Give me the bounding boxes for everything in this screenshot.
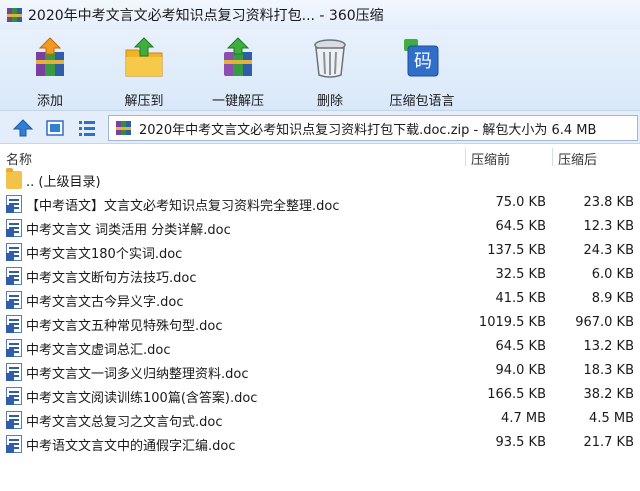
trash-can-icon xyxy=(314,39,346,78)
folder-icon xyxy=(6,168,22,189)
file-row[interactable]: 中考文言文阅读训练100篇(含答案).doc 166.5 KB 38.2 KB xyxy=(0,384,640,408)
parent-directory-label: .. (上级目录) xyxy=(26,175,101,190)
file-original-size: 137.5 KB xyxy=(487,243,546,258)
word-document-icon xyxy=(6,291,22,309)
file-compressed-size: 21.7 KB xyxy=(583,435,634,450)
column-name-header[interactable]: 名称 xyxy=(6,149,32,168)
up-arrow-icon[interactable] xyxy=(12,117,34,139)
file-original-size: 1019.5 KB xyxy=(478,315,546,330)
file-compressed-size: 38.2 KB xyxy=(583,387,634,402)
word-document-icon xyxy=(6,195,22,213)
file-name: 中考文言文五种常见特殊句型.doc xyxy=(26,319,223,334)
file-compressed-size: 12.3 KB xyxy=(583,219,634,234)
file-name: 中考文言文180个实词.doc xyxy=(26,247,183,262)
path-field[interactable]: 2020年中考文言文必考知识点复习资料打包下载.doc.zip - 解包大小为 … xyxy=(108,115,638,141)
file-original-size: 75.0 KB xyxy=(495,195,546,210)
address-bar: 2020年中考文言文必考知识点复习资料打包下载.doc.zip - 解包大小为 … xyxy=(0,110,640,144)
one-click-extract-button[interactable]: 一键解压 xyxy=(198,36,278,109)
file-original-size: 64.5 KB xyxy=(495,339,546,354)
word-document-icon xyxy=(6,243,22,261)
file-compressed-size: 24.3 KB xyxy=(583,243,634,258)
file-original-size: 94.0 KB xyxy=(495,363,546,378)
archive-language-button-label: 压缩包语言 xyxy=(389,94,455,109)
column-compressed-size-header[interactable]: 压缩后 xyxy=(558,149,597,168)
one-click-extract-icon xyxy=(224,37,252,76)
column-divider[interactable] xyxy=(552,148,553,166)
column-original-size-header[interactable]: 压缩前 xyxy=(471,149,510,168)
list-view-icon[interactable] xyxy=(76,117,98,139)
word-document-icon xyxy=(6,339,22,357)
file-row[interactable]: 中考文言文五种常见特殊句型.doc 1019.5 KB 967.0 KB xyxy=(0,312,640,336)
file-compressed-size: 4.5 MB xyxy=(589,411,634,426)
zip-archive-icon xyxy=(7,8,22,22)
file-compressed-size: 18.3 KB xyxy=(583,363,634,378)
file-original-size: 32.5 KB xyxy=(495,267,546,282)
extract-to-button-label: 解压到 xyxy=(124,94,164,109)
extract-to-button[interactable]: 解压到 xyxy=(104,36,184,109)
file-name: 中考文言文断句方法技巧.doc xyxy=(26,271,197,286)
delete-button[interactable]: 删除 xyxy=(290,36,370,109)
file-original-size: 4.7 MB xyxy=(501,411,546,426)
file-row[interactable]: 中考文言文总复习之文言句式.doc 4.7 MB 4.5 MB xyxy=(0,408,640,432)
add-button[interactable]: 添加 xyxy=(10,36,90,109)
file-row[interactable]: 中考语文文言文中的通假字汇编.doc 93.5 KB 21.7 KB xyxy=(0,432,640,456)
file-row[interactable]: 中考文言文一词多义归纳整理资料.doc 94.0 KB 18.3 KB xyxy=(0,360,640,384)
word-document-icon xyxy=(6,219,22,237)
word-document-icon xyxy=(6,267,22,285)
one-click-extract-button-label: 一键解压 xyxy=(211,94,264,109)
file-name: 中考文言文一词多义归纳整理资料.doc xyxy=(26,367,249,382)
file-original-size: 41.5 KB xyxy=(495,291,546,306)
word-document-icon xyxy=(6,387,22,405)
parent-directory-row[interactable]: .. (上级目录) xyxy=(0,168,640,192)
extract-to-folder-icon xyxy=(125,37,163,77)
thumbnail-view-icon[interactable] xyxy=(44,117,66,139)
archive-language-icon-glyph: 码 xyxy=(414,51,432,72)
file-name: 中考文言文总复习之文言句式.doc xyxy=(26,415,223,430)
file-compressed-size: 13.2 KB xyxy=(583,339,634,354)
file-row[interactable]: 中考文言文古今异义字.doc 41.5 KB 8.9 KB xyxy=(0,288,640,312)
column-header: 名称 压缩前 压缩后 xyxy=(0,146,640,168)
delete-button-label: 删除 xyxy=(316,94,343,109)
file-list: .. (上级目录) 【中考语文】文言文必考知识点复习资料完全整理.doc 75.0… xyxy=(0,168,640,456)
file-name: 中考文言文阅读训练100篇(含答案).doc xyxy=(26,391,258,406)
zip-archive-icon xyxy=(116,121,131,135)
word-document-icon xyxy=(6,435,22,453)
toolbar: 添加 解压到 一键解压 删除 码 压缩包语言 xyxy=(0,30,640,110)
file-compressed-size: 967.0 KB xyxy=(575,315,634,330)
column-divider[interactable] xyxy=(465,148,466,166)
title-bar: 2020年中考文言文必考知识点复习资料打包... - 360压缩 xyxy=(0,0,640,30)
file-row[interactable]: 中考文言文 词类活用 分类详解.doc 64.5 KB 12.3 KB xyxy=(0,216,640,240)
file-name: 中考文言文 词类活用 分类详解.doc xyxy=(26,223,231,238)
file-compressed-size: 23.8 KB xyxy=(583,195,634,210)
word-document-icon xyxy=(6,411,22,429)
file-compressed-size: 6.0 KB xyxy=(591,267,634,282)
file-name: 中考语文文言文中的通假字汇编.doc xyxy=(26,439,236,454)
archive-path-text: 2020年中考文言文必考知识点复习资料打包下载.doc.zip - 解包大小为 … xyxy=(139,122,597,138)
window-title: 2020年中考文言文必考知识点复习资料打包... - 360压缩 xyxy=(28,8,384,24)
file-name: 【中考语文】文言文必考知识点复习资料完全整理.doc xyxy=(26,199,340,214)
file-original-size: 93.5 KB xyxy=(495,435,546,450)
file-name: 中考文言文古今异义字.doc xyxy=(26,295,184,310)
file-row[interactable]: 中考文言文断句方法技巧.doc 32.5 KB 6.0 KB xyxy=(0,264,640,288)
word-document-icon xyxy=(6,363,22,381)
file-original-size: 166.5 KB xyxy=(487,387,546,402)
archive-language-button[interactable]: 码 压缩包语言 xyxy=(382,36,462,109)
file-compressed-size: 8.9 KB xyxy=(591,291,634,306)
file-original-size: 64.5 KB xyxy=(495,219,546,234)
file-row[interactable]: 中考文言文180个实词.doc 137.5 KB 24.3 KB xyxy=(0,240,640,264)
file-row[interactable]: 【中考语文】文言文必考知识点复习资料完全整理.doc 75.0 KB 23.8 KB xyxy=(0,192,640,216)
archive-language-icon: 码 xyxy=(404,39,439,77)
word-document-icon xyxy=(6,315,22,333)
file-name: 中考文言文虚词总汇.doc xyxy=(26,343,171,358)
add-archive-icon xyxy=(36,37,64,76)
add-button-label: 添加 xyxy=(36,94,63,109)
file-row[interactable]: 中考文言文虚词总汇.doc 64.5 KB 13.2 KB xyxy=(0,336,640,360)
